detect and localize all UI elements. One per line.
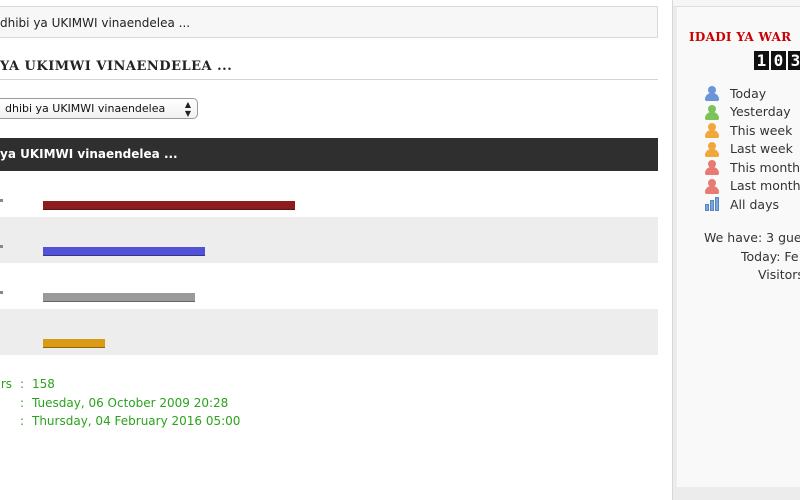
right-sidebar: IDADI YA WAR 1 0 3 Today Yesterday This … bbox=[672, 0, 800, 500]
poll-stats: rs : 158 : Tuesday, 06 October 2009 20:2… bbox=[0, 375, 241, 431]
main-content: dhibi ya UKIMWI vinaendelea ... YA UKIMW… bbox=[0, 0, 672, 500]
poll-result-row bbox=[0, 309, 658, 355]
user-orange-icon bbox=[704, 141, 720, 157]
widget-title: IDADI YA WAR bbox=[689, 30, 792, 44]
result-bar bbox=[43, 293, 195, 302]
visit-counter: 1 0 3 bbox=[754, 51, 800, 70]
visit-label: This month bbox=[730, 159, 800, 175]
bar-chart-icon bbox=[704, 196, 720, 212]
user-orange-icon bbox=[704, 122, 720, 139]
visitors-ip: Visitors bbox=[758, 267, 800, 282]
breadcrumb: dhibi ya UKIMWI vinaendelea ... bbox=[0, 6, 658, 38]
total-voters: 158 bbox=[32, 377, 55, 391]
counter-digit: 3 bbox=[788, 51, 800, 70]
visit-item-last-month: Last month bbox=[704, 177, 800, 196]
user-blue-icon bbox=[704, 85, 720, 102]
visit-label: Today bbox=[730, 85, 767, 101]
visitor-counter-widget: IDADI YA WAR 1 0 3 Today Yesterday This … bbox=[677, 7, 800, 487]
stat-key bbox=[0, 412, 12, 431]
user-red-icon bbox=[704, 159, 720, 176]
user-red-icon bbox=[704, 178, 720, 194]
poll-results bbox=[0, 171, 658, 355]
visit-item-last-week: Last week bbox=[704, 140, 800, 159]
poll-result-row bbox=[0, 217, 658, 263]
counter-digit: 1 bbox=[754, 51, 769, 70]
result-bar bbox=[43, 201, 295, 210]
visit-label: This week bbox=[730, 122, 793, 138]
guests-online: We have: 3 gue bbox=[704, 230, 800, 245]
poll-select[interactable]: dhibi ya UKIMWI vinaendelea ▲ ▼ bbox=[0, 98, 198, 119]
visit-label: Last week bbox=[730, 141, 793, 157]
stat-key bbox=[0, 394, 12, 413]
visit-item-this-month: This month bbox=[704, 158, 800, 177]
visit-label: All days bbox=[730, 196, 779, 212]
counter-digit: 0 bbox=[771, 51, 786, 70]
visit-item-yesterday: Yesterday bbox=[704, 103, 800, 122]
visit-item-this-week: This week bbox=[704, 121, 800, 140]
option-bullet bbox=[0, 245, 3, 248]
option-bullet bbox=[0, 199, 3, 202]
result-bar bbox=[43, 247, 205, 256]
visit-item-today: Today bbox=[704, 84, 800, 103]
first-vote-date: Tuesday, 06 October 2009 20:28 bbox=[32, 395, 229, 410]
option-bullet bbox=[0, 291, 3, 294]
visit-label: Last month bbox=[730, 178, 800, 194]
poll-select-value: dhibi ya UKIMWI vinaendelea bbox=[5, 102, 166, 115]
visitor-summary: We have: 3 gue Today: Fe Visitors bbox=[677, 229, 800, 285]
select-arrows-icon: ▲ ▼ bbox=[184, 100, 191, 118]
user-green-icon bbox=[704, 104, 720, 120]
visit-item-all-days: All days bbox=[704, 195, 800, 214]
visit-stats-list: Today Yesterday This week Last week This… bbox=[704, 84, 800, 214]
result-bar bbox=[43, 339, 105, 348]
visit-label: Yesterday bbox=[730, 104, 791, 120]
today-date: Today: Fe bbox=[741, 248, 799, 264]
last-vote-date: Thursday, 04 February 2016 05:00 bbox=[32, 414, 241, 428]
page-title: YA UKIMWI VINAENDELEA ... bbox=[0, 59, 233, 74]
poll-result-row bbox=[0, 263, 658, 309]
stat-key: rs bbox=[0, 377, 12, 391]
title-divider bbox=[0, 79, 658, 80]
poll-results-header: ya UKIMWI vinaendelea ... bbox=[0, 138, 658, 171]
poll-result-row bbox=[0, 171, 658, 217]
